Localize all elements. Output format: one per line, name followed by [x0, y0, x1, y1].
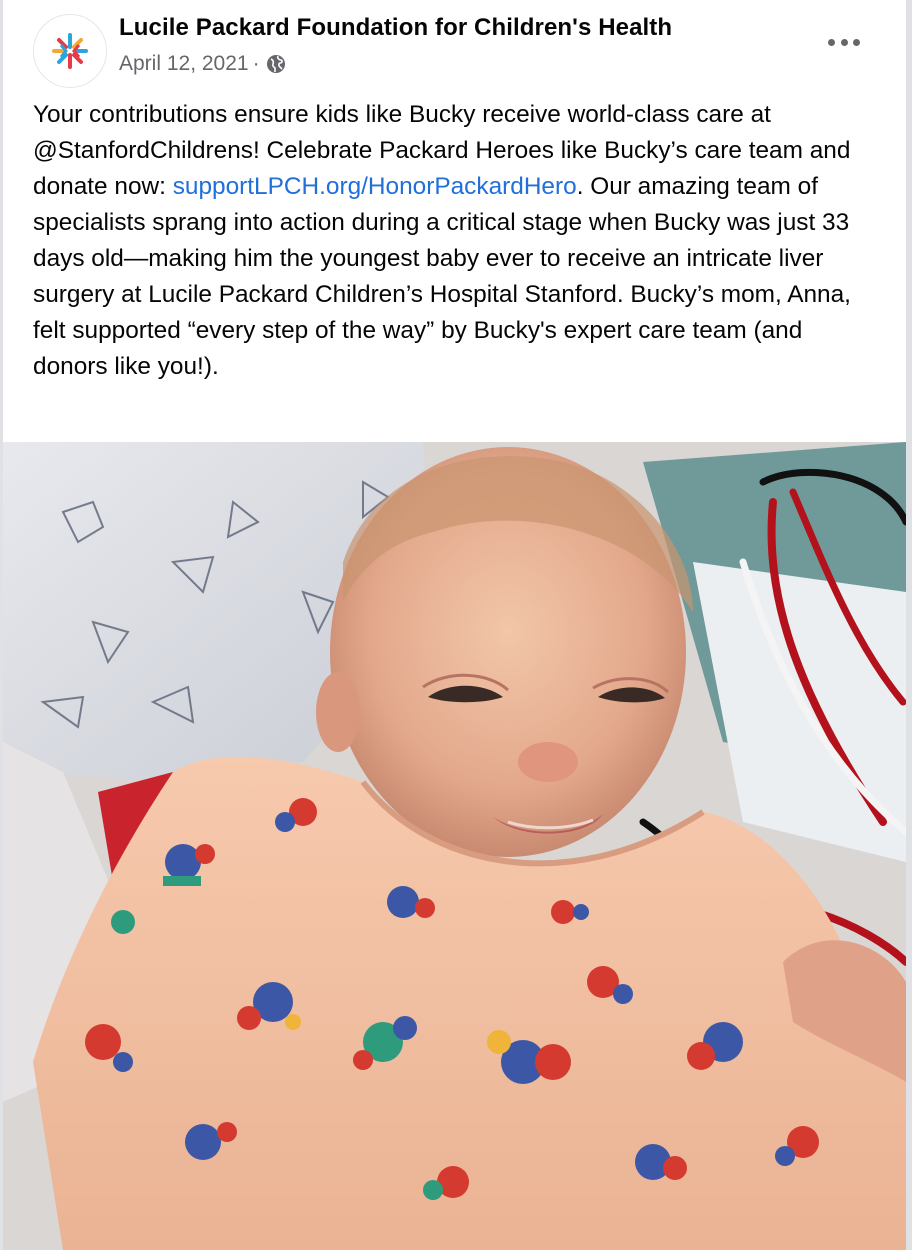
- post-date[interactable]: April 12, 2021: [119, 52, 249, 76]
- post-photo[interactable]: [3, 442, 906, 1250]
- more-options-icon[interactable]: [828, 30, 860, 54]
- post-header: Lucile Packard Foundation for Children's…: [3, 0, 906, 92]
- post-body-part2: . Our amazing team of specialists sprang…: [33, 173, 851, 380]
- meta-separator: ·: [252, 52, 260, 75]
- baby-photo-illustration: [3, 442, 906, 1250]
- page-avatar[interactable]: [33, 14, 107, 88]
- post-meta: April 12, 2021 ·: [119, 52, 286, 76]
- page-name-link[interactable]: Lucile Packard Foundation for Children's…: [119, 14, 672, 42]
- facebook-post: Lucile Packard Foundation for Children's…: [3, 0, 906, 1250]
- foundation-logo-icon: [52, 33, 88, 69]
- donate-link[interactable]: supportLPCH.org/HonorPackardHero: [173, 173, 577, 200]
- page-background-right: [906, 0, 912, 1250]
- post-body-text: Your contributions ensure kids like Buck…: [33, 97, 883, 385]
- globe-icon[interactable]: [266, 54, 286, 74]
